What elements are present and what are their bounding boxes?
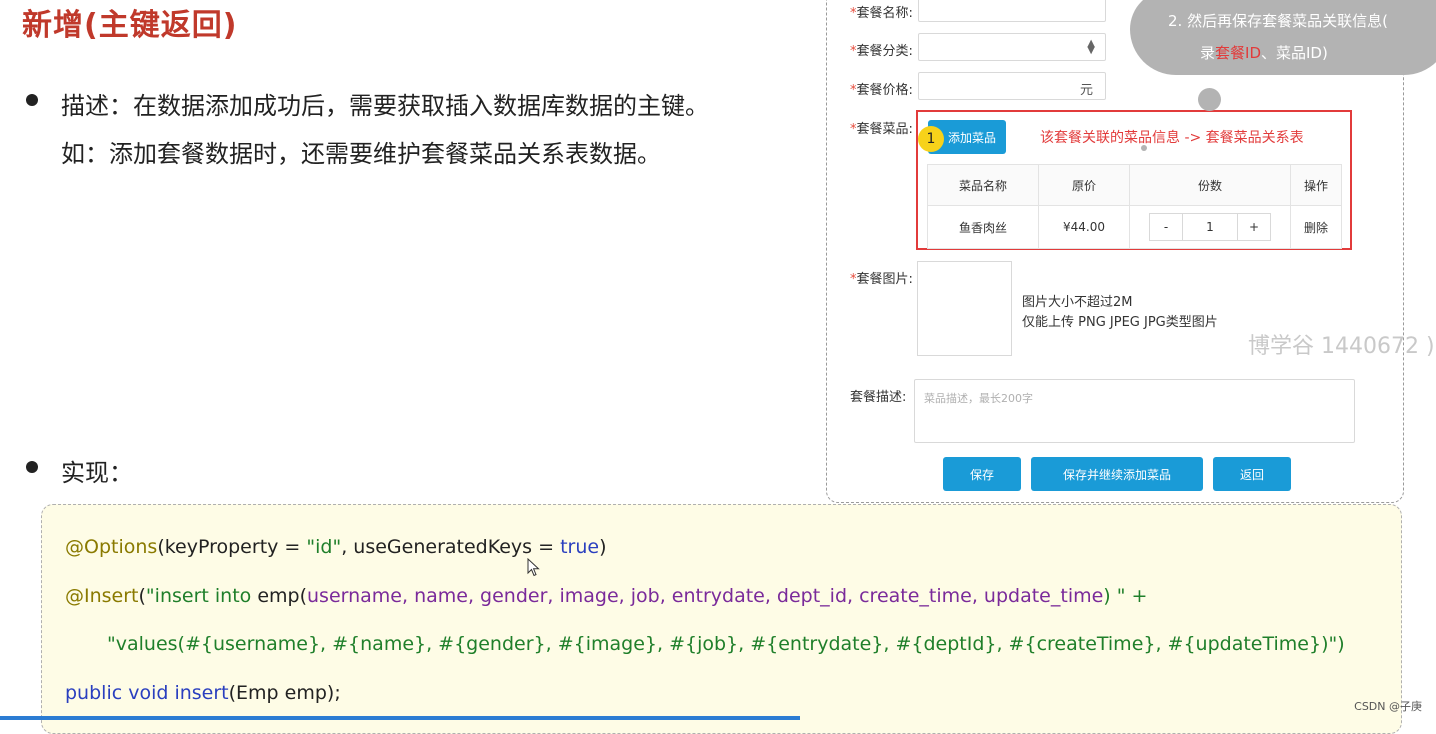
column-header: 原价 [1038, 164, 1130, 206]
quantity-value[interactable]: 1 [1182, 214, 1238, 240]
dish-qty-cell: - 1 + [1129, 205, 1291, 249]
increment-button[interactable]: + [1238, 214, 1270, 240]
cloud-text-line1: 2. 然后再保存套餐菜品关联信息( [1168, 12, 1388, 30]
back-button[interactable]: 返回 [1213, 457, 1291, 491]
dish-relation-note: 该套餐关联的菜品信息 -> 套餐菜品关系表 [1040, 130, 1304, 146]
setmeal-price-label: *套餐价格: [850, 83, 913, 98]
setmeal-name-input[interactable] [918, 0, 1106, 22]
mouse-cursor-icon [527, 557, 540, 581]
setmeal-price-input[interactable]: 元 [918, 72, 1106, 100]
step-1-badge: 1 [918, 126, 944, 152]
code-line-options: @Options(keyProperty = "id", useGenerate… [65, 536, 607, 558]
setmeal-desc-label: 套餐描述: [850, 390, 907, 405]
cloud-dot-small [1141, 145, 1147, 151]
table-row: 鱼香肉丝 ¥44.00 - 1 + 删除 [927, 205, 1342, 249]
image-hint-type: 仅能上传 PNG JPEG JPG类型图片 [1022, 315, 1218, 330]
description-text: 描述：在数据添加成功后，需要获取插入数据库数据的主键。 [61, 92, 709, 120]
price-unit: 元 [1079, 83, 1093, 98]
column-header: 菜品名称 [927, 164, 1039, 206]
code-line-method: public void insert(Emp emp); [65, 682, 341, 704]
setmeal-image-label: *套餐图片: [850, 272, 913, 287]
image-hint-size: 图片大小不超过2M [1022, 295, 1133, 310]
code-line-insert: @Insert("insert into emp(username, name,… [65, 585, 1148, 607]
code-line-values: "values(#{username}, #{name}, #{gender},… [107, 633, 1345, 655]
column-header: 操作 [1290, 164, 1342, 206]
implementation-label: 实现： [61, 459, 133, 487]
csdn-credit: CSDN @子庚 [1354, 700, 1422, 713]
bullet-dot [26, 94, 38, 106]
decrement-button[interactable]: - [1150, 214, 1182, 240]
setmeal-category-label: *套餐分类: [850, 44, 913, 59]
save-button[interactable]: 保存 [943, 457, 1021, 491]
setmeal-dishes-label: *套餐菜品: [850, 122, 913, 137]
cloud-text-line2: 录套餐ID、菜品ID) [1200, 44, 1328, 62]
delete-dish-link[interactable]: 删除 [1290, 205, 1342, 249]
setmeal-desc-textarea[interactable]: 菜品描述，最长200字 [914, 379, 1355, 443]
select-arrows-icon: ▲ ▼ [1087, 38, 1095, 56]
table-header-row: 菜品名称 原价 份数 操作 [927, 164, 1342, 206]
description-example: 如：添加套餐数据时，还需要维护套餐菜品关系表数据。 [61, 140, 661, 168]
progress-bar [0, 716, 800, 720]
setmeal-name-label: *套餐名称: [850, 6, 913, 21]
watermark: 博学谷 1440672 ) [1248, 334, 1435, 359]
image-upload-box[interactable] [917, 261, 1012, 356]
save-and-continue-button[interactable]: 保存并继续添加菜品 [1031, 457, 1203, 491]
column-header: 份数 [1129, 164, 1291, 206]
dish-price-cell: ¥44.00 [1038, 205, 1130, 249]
bullet-dot [26, 461, 38, 473]
dish-name-cell: 鱼香肉丝 [927, 205, 1039, 249]
cloud-dot-medium [1198, 88, 1221, 111]
quantity-stepper: - 1 + [1149, 213, 1271, 241]
setmeal-category-select[interactable]: ▲ ▼ [918, 33, 1106, 61]
slide-title: 新增(主键返回) [22, 8, 238, 43]
desc-placeholder: 菜品描述，最长200字 [924, 392, 1033, 405]
dish-table: 菜品名称 原价 份数 操作 鱼香肉丝 ¥44.00 - 1 + 删除 [927, 164, 1342, 249]
